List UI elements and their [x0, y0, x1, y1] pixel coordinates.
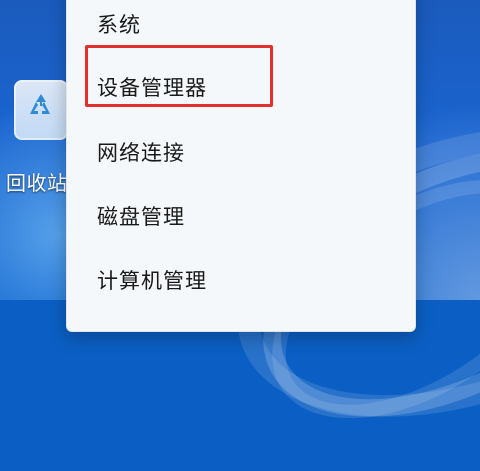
winx-context-menu: 系统 设备管理器 网络连接 磁盘管理 计算机管理: [66, 0, 416, 332]
menu-item-computer-management[interactable]: 计算机管理: [97, 263, 207, 297]
menu-item-disk-management[interactable]: 磁盘管理: [97, 199, 185, 233]
recycle-bin-icon: [14, 80, 68, 140]
menu-item-device-manager[interactable]: 设备管理器: [97, 70, 207, 104]
menu-item-network-connections[interactable]: 网络连接: [97, 135, 185, 169]
menu-item-system[interactable]: 系统: [97, 7, 141, 41]
